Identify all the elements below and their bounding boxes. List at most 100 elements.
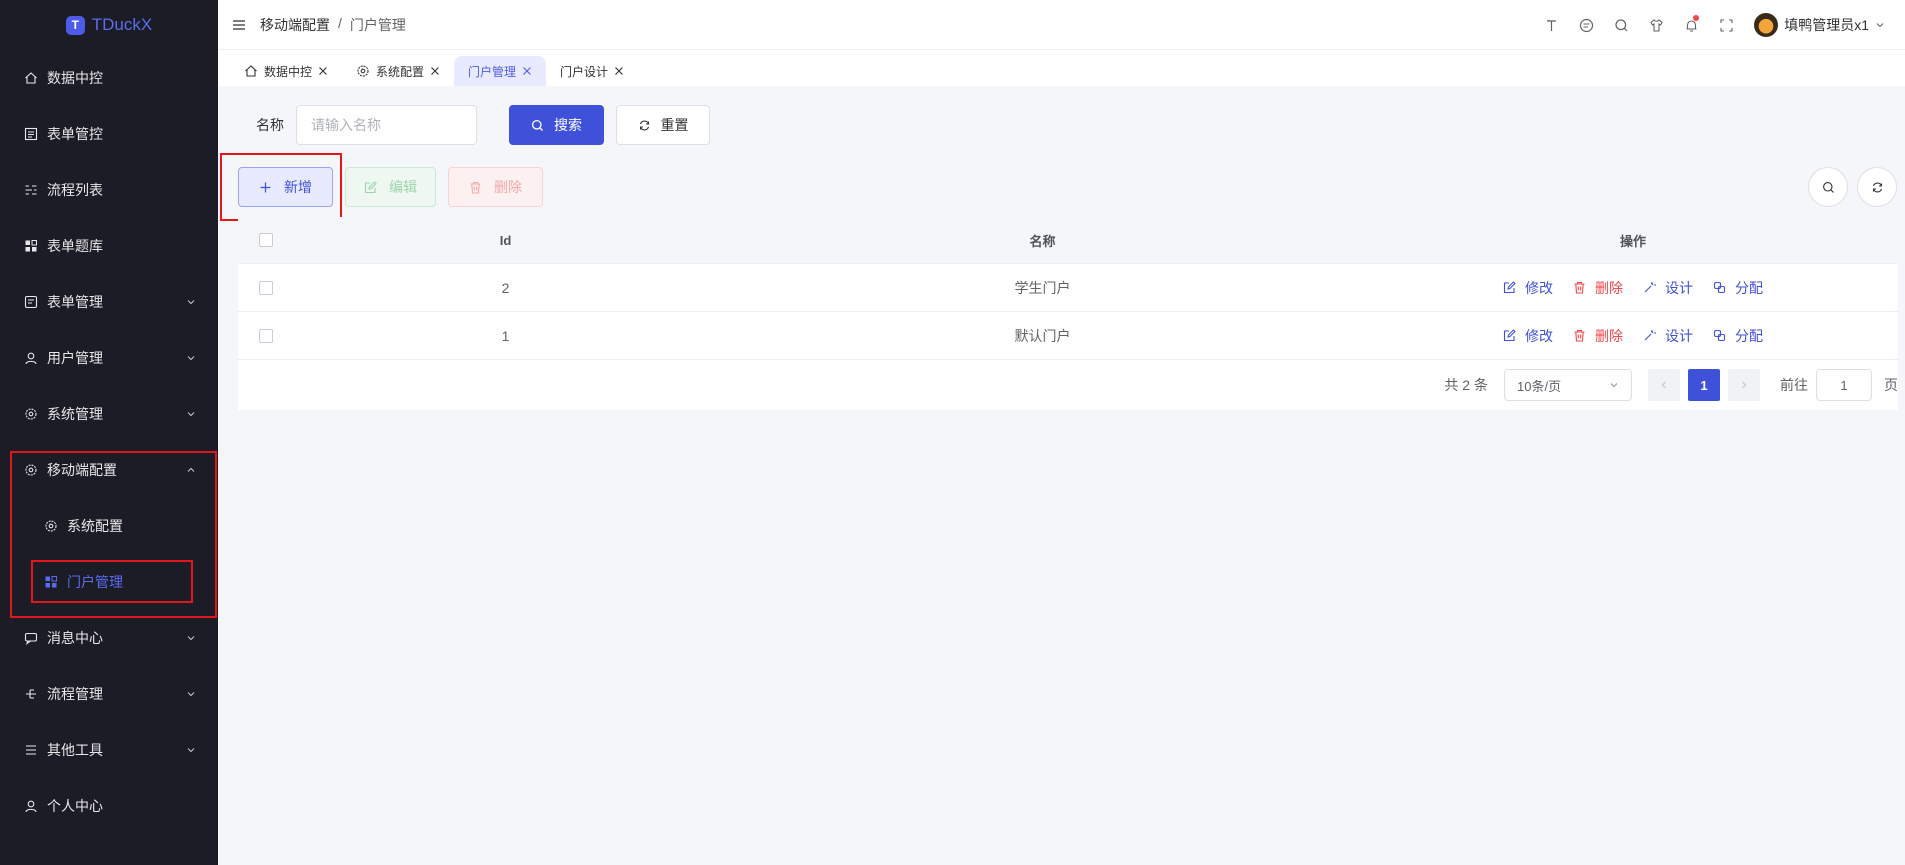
search-icon[interactable] (1604, 0, 1639, 50)
breadcrumb-separator: / (338, 14, 342, 31)
cell-id: 1 (501, 327, 510, 344)
sidebar-item-label: 消息中心 (47, 630, 103, 646)
sidebar-item-label: 流程列表 (47, 182, 103, 198)
sidebar-item-mobile-config[interactable]: 移动端配置 (0, 442, 218, 498)
delete-button-label: 删除 (494, 179, 522, 195)
sidebar-item-data-center[interactable]: 数据中控 (0, 50, 218, 106)
search-button[interactable]: 搜索 (509, 105, 604, 145)
sidebar-subitem-portal-manage[interactable]: 门户管理 (0, 554, 218, 610)
action-toolbar: 新增 编辑 删除 (238, 167, 543, 207)
close-icon[interactable] (430, 66, 440, 76)
row-checkbox[interactable] (259, 328, 273, 343)
close-icon[interactable] (614, 66, 624, 76)
goto-page-input[interactable]: 1 (1816, 369, 1872, 401)
sidebar-item-label: 表单管理 (47, 294, 103, 310)
sidebar-item-label: 表单管控 (47, 126, 103, 142)
add-button[interactable]: 新增 (238, 167, 333, 207)
toggle-search-button[interactable] (1808, 167, 1848, 207)
chevron-down-icon (187, 356, 195, 361)
magic-wand-icon (1644, 282, 1656, 293)
search-button-label: 搜索 (554, 117, 582, 133)
prev-page-button[interactable] (1648, 369, 1680, 401)
chevron-down-icon (187, 300, 195, 305)
sidebar-item-flow-manage[interactable]: 流程管理 (0, 666, 218, 722)
app-logo[interactable]: T TDuckX (0, 0, 218, 50)
edit-button[interactable]: 编辑 (345, 167, 436, 207)
gear-icon (24, 463, 38, 477)
chevron-down-icon (187, 412, 195, 417)
tab-portal-manage[interactable]: 门户管理 (454, 56, 547, 86)
hamburger-icon[interactable] (232, 18, 246, 32)
sidebar-item-system-manage[interactable]: 系统管理 (0, 386, 218, 442)
skin-icon[interactable] (1639, 0, 1674, 50)
font-size-icon[interactable] (1534, 0, 1569, 50)
cell-id: 2 (501, 279, 510, 296)
page-number-current[interactable]: 1 (1688, 369, 1720, 401)
row-checkbox[interactable] (259, 280, 273, 295)
chevron-down-icon (187, 748, 195, 753)
close-icon[interactable] (522, 66, 532, 76)
sidebar-item-label: 表单题库 (47, 238, 103, 254)
breadcrumb: 移动端配置 / 门户管理 (260, 15, 406, 35)
modify-link[interactable]: 修改 (1503, 326, 1553, 346)
sidebar-item-personal-center[interactable]: 个人中心 (0, 778, 218, 834)
breadcrumb-parent[interactable]: 移动端配置 (260, 15, 330, 35)
search-form: 名称 请输入名称 搜索 重置 (238, 105, 710, 145)
theme-icon[interactable] (1569, 0, 1604, 50)
sidebar-item-form-manage[interactable]: 表单管理 (0, 274, 218, 330)
trash-icon (470, 181, 481, 194)
home-icon (245, 65, 257, 77)
cell-name: 学生门户 (1014, 279, 1071, 296)
delete-link[interactable]: 删除 (1573, 326, 1623, 346)
reset-button[interactable]: 重置 (616, 105, 710, 145)
tab-label: 系统配置 (376, 64, 425, 79)
gear-icon (24, 407, 38, 421)
assign-link[interactable]: 分配 (1713, 278, 1763, 298)
delete-button[interactable]: 删除 (448, 167, 543, 207)
tab-data-center[interactable]: 数据中控 (230, 56, 342, 86)
assign-label: 分配 (1735, 327, 1763, 344)
list-icon (24, 743, 38, 757)
sidebar-item-message-center[interactable]: 消息中心 (0, 610, 218, 666)
sidebar-menu: 数据中控 表单管控 流程列表 表单题库 表单管理 用户管理 系统管理 移动端配置… (0, 50, 218, 834)
sidebar-item-label: 个人中心 (47, 798, 103, 814)
add-button-label: 新增 (284, 179, 312, 195)
sidebar-item-user-manage[interactable]: 用户管理 (0, 330, 218, 386)
edit-icon (1503, 329, 1516, 342)
design-link[interactable]: 设计 (1643, 326, 1693, 346)
reset-button-label: 重置 (660, 117, 689, 133)
flow-list-icon (24, 183, 38, 197)
assign-link[interactable]: 分配 (1713, 326, 1763, 346)
refresh-icon (1872, 182, 1882, 192)
sidebar-item-form-control[interactable]: 表单管控 (0, 106, 218, 162)
tab-system-config[interactable]: 系统配置 (342, 56, 454, 86)
sidebar-item-label: 数据中控 (47, 70, 103, 86)
goto-label: 前往 (1780, 377, 1808, 393)
table-tools (1808, 167, 1897, 207)
sidebar-item-label: 其他工具 (47, 742, 103, 758)
name-label: 名称 (256, 117, 284, 133)
bell-icon[interactable] (1674, 0, 1709, 50)
refresh-table-button[interactable] (1857, 167, 1897, 207)
sidebar-item-question-bank[interactable]: 表单题库 (0, 218, 218, 274)
select-all-checkbox[interactable] (259, 233, 273, 247)
design-link[interactable]: 设计 (1643, 278, 1693, 298)
page-size-select[interactable]: 10条/页 (1504, 369, 1632, 401)
sidebar-item-other-tools[interactable]: 其他工具 (0, 722, 218, 778)
sidebar-item-label: 移动端配置 (47, 462, 117, 478)
modify-link[interactable]: 修改 (1503, 278, 1553, 298)
sidebar-item-flow-list[interactable]: 流程列表 (0, 162, 218, 218)
next-page-button[interactable] (1728, 369, 1760, 401)
refresh-icon (639, 120, 649, 130)
sidebar-item-label: 流程管理 (47, 686, 103, 702)
name-search-input[interactable]: 请输入名称 (296, 105, 477, 145)
sidebar-subitem-system-config[interactable]: 系统配置 (0, 498, 218, 554)
close-icon[interactable] (318, 66, 328, 76)
tabs-bar: 数据中控 系统配置 门户管理 门户设计 (218, 50, 1905, 86)
tab-portal-design[interactable]: 门户设计 (546, 56, 638, 86)
fullscreen-icon[interactable] (1709, 0, 1744, 50)
delete-link[interactable]: 删除 (1573, 278, 1623, 298)
search-icon (1822, 181, 1834, 193)
chevron-down-icon (1876, 23, 1884, 28)
user-menu[interactable]: 填鸭管理员x1 (1754, 13, 1885, 37)
